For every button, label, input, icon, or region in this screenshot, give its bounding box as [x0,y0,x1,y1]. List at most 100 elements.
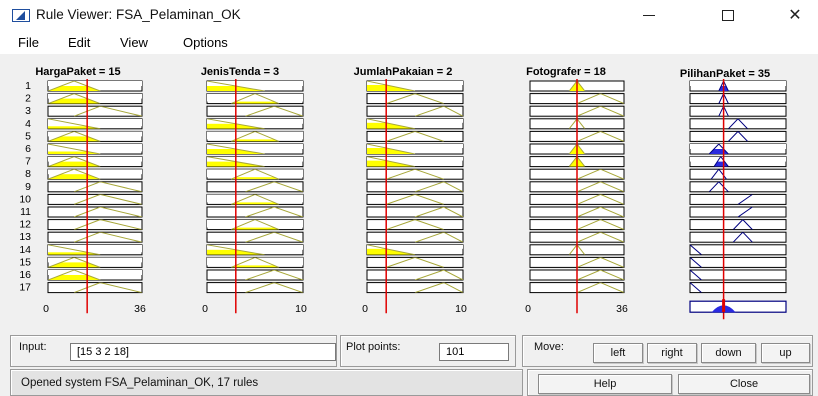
rule-cell [689,118,787,130]
mf-fill-mask [690,144,786,149]
plot-points-label: Plot points: [346,341,401,353]
menu-file[interactable]: File [18,35,39,50]
rule-cell [366,282,464,294]
rule-number: 16 [19,269,31,281]
mf-fill-mask [48,144,142,152]
status-text: Opened system FSA_Pelaminan_OK, 17 rules [21,377,259,389]
plot-points-field[interactable]: 101 [439,343,509,361]
rule-cell [689,206,787,218]
column-title: Fotografer = 18 [526,66,606,78]
rule-cell [366,168,464,180]
rule-cell [366,193,464,205]
rule-viewer-window: Rule Viewer: FSA_Pelaminan_OK ✕ File Edi… [0,0,818,396]
column-title: PilihanPaket = 35 [680,68,770,80]
rule-cell [689,130,787,142]
rule-number: 3 [25,105,31,117]
rule-number: 9 [25,181,31,193]
move-panel: Move: left right down up [522,335,813,367]
aggregate-output-box [689,300,787,313]
rule-number: 10 [19,193,31,205]
axis-tick-label: 0 [525,303,531,315]
rule-cell [366,181,464,193]
rule-cell [366,105,464,117]
maximize-icon [722,9,734,21]
mf-fill-mask [207,257,303,266]
rule-cell [366,219,464,231]
column-title: HargaPaket = 15 [35,66,120,78]
menu-view[interactable]: View [120,35,148,50]
rule-cell [366,93,464,105]
rule-plot-area: 1 2 3 4 5 6 7 8 9 10 11 12 13 14 15 16 17 HargaPaket = 15… [0,54,818,334]
minimize-icon [643,14,655,16]
rule-number: 14 [19,244,31,256]
rule-cell [689,181,787,193]
move-down-button[interactable]: down [701,343,756,363]
title-bar: Rule Viewer: FSA_Pelaminan_OK ✕ [0,0,818,30]
rule-number: 12 [19,219,31,231]
window-title: Rule Viewer: FSA_Pelaminan_OK [36,7,241,22]
input-vector-field[interactable]: [15 3 2 18] [70,343,336,361]
rule-number: 2 [25,93,31,105]
rule-number: 5 [25,130,31,142]
mf-fill-mask [48,244,142,253]
rule-number: 8 [25,168,31,180]
rule-number: 17 [19,282,31,294]
rule-number: 13 [19,231,31,243]
rule-cell [366,231,464,243]
help-button[interactable]: Help [538,374,672,394]
rule-cell [689,193,787,205]
rule-cell [689,168,787,180]
axis-tick-label: 0 [362,303,368,315]
menu-options[interactable]: Options [183,35,228,50]
rule-cell [689,244,787,256]
input-panel: Input: [15 3 2 18] [10,335,337,367]
rule-number: 1 [25,80,31,92]
move-up-button[interactable]: up [761,343,810,363]
mf-fill-mask [207,169,303,178]
close-button[interactable]: Close [678,374,810,394]
rule-cell [366,130,464,142]
rule-cell [689,256,787,268]
axis-tick-label: 36 [134,303,146,315]
move-label: Move: [534,341,564,353]
rule-cell [689,93,787,105]
rule-cell [366,206,464,218]
rule-cell [689,269,787,281]
mf-fill-mask [207,219,303,228]
axis-tick-label: 0 [43,303,49,315]
column-title: JumlahPakaian = 2 [354,66,453,78]
mf-fill-mask [48,118,142,127]
move-left-button[interactable]: left [593,343,643,363]
rule-number: 15 [19,256,31,268]
menu-bar: File Edit View Options [0,30,818,54]
plot-points-panel: Plot points: 101 [340,335,516,367]
axis-tick-label: 10 [455,303,467,315]
mf-fill-mask [207,131,303,140]
minimize-button[interactable] [626,0,672,30]
matlab-app-icon [12,9,30,22]
axis-tick-label: 10 [295,303,307,315]
rule-number: 7 [25,156,31,168]
close-icon: ✕ [788,7,802,24]
column-title: JenisTenda = 3 [201,66,279,78]
axis-tick-label: 0 [202,303,208,315]
rule-cell [366,256,464,268]
menu-edit[interactable]: Edit [68,35,90,50]
rule-cell [366,269,464,281]
mf-fill-mask [207,194,303,203]
mf-fill-mask [207,93,303,102]
rule-number: 11 [20,206,31,218]
rule-cell [689,105,787,117]
rule-number: 6 [25,143,31,155]
maximize-button[interactable] [705,0,751,30]
move-right-button[interactable]: right [647,343,697,363]
close-window-button[interactable]: ✕ [772,0,818,30]
input-label: Input: [19,341,47,353]
rule-number: 4 [25,118,31,130]
mf-fill-mask [690,81,786,86]
rule-cell [689,282,787,294]
action-buttons-panel: Help Close [527,369,813,396]
status-panel: Opened system FSA_Pelaminan_OK, 17 rules [10,369,523,396]
rule-plot-svg: 1234567891011121314151617HargaPaket = 15… [19,66,787,320]
axis-tick-label: 36 [616,303,628,315]
